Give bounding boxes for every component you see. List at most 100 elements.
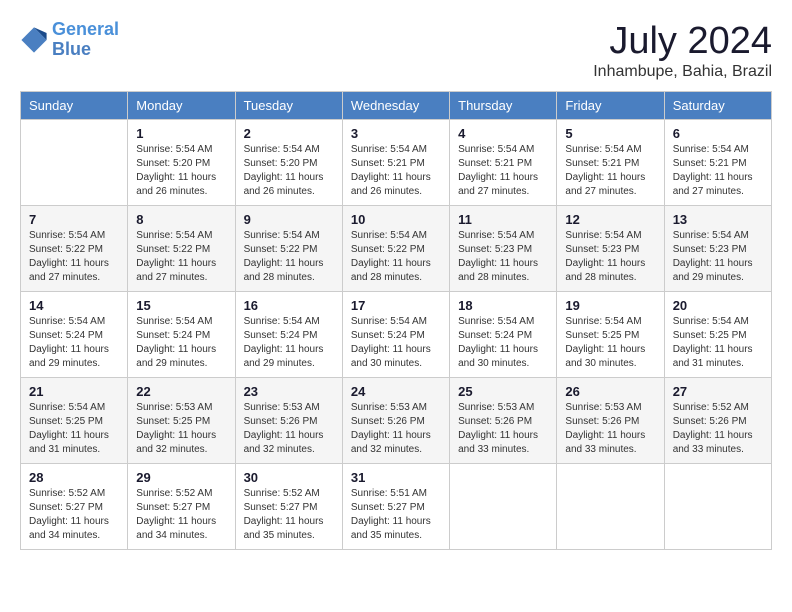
day-number: 11 (458, 212, 548, 227)
day-info: Sunrise: 5:54 AMSunset: 5:20 PMDaylight:… (136, 143, 226, 199)
calendar-cell: 5 Sunrise: 5:54 AMSunset: 5:21 PMDaylight… (557, 120, 664, 206)
calendar-cell: 4Sunrise: 5:54 AMSunset: 5:21 PMDaylight… (450, 120, 557, 206)
logo-text: GeneralBlue (52, 20, 119, 60)
weekday-header: Thursday (450, 92, 557, 120)
day-number: 3 (351, 126, 441, 141)
day-number: 21 (29, 384, 119, 399)
day-number: 29 (136, 470, 226, 485)
day-number: 10 (351, 212, 441, 227)
day-info: Sunrise: 5:52 AMSunset: 5:26 PMDaylight:… (673, 401, 763, 457)
day-info: Sunrise: 5:54 AMSunset: 5:22 PMDaylight:… (351, 229, 441, 285)
day-info: Sunrise: 5:54 AMSunset: 5:22 PMDaylight:… (29, 229, 119, 285)
calendar-cell: 8 Sunrise: 5:54 AMSunset: 5:22 PMDaylight… (128, 206, 235, 292)
day-number: 25 (458, 384, 548, 399)
day-info: Sunrise: 5:53 AMSunset: 5:26 PMDaylight:… (244, 401, 334, 457)
day-info: Sunrise: 5:54 AMSunset: 5:20 PMDaylight:… (244, 143, 334, 199)
day-number: 26 (565, 384, 655, 399)
day-number: 19 (565, 298, 655, 313)
day-number: 24 (351, 384, 441, 399)
day-number: 6 (673, 126, 763, 141)
calendar-cell: 18 Sunrise: 5:54 AMSunset: 5:24 PMDayligh… (450, 292, 557, 378)
calendar-cell (557, 464, 664, 550)
day-number: 28 (29, 470, 119, 485)
weekday-header: Monday (128, 92, 235, 120)
calendar-week-row: 1Sunrise: 5:54 AMSunset: 5:20 PMDaylight… (21, 120, 772, 206)
calendar-cell: 1Sunrise: 5:54 AMSunset: 5:20 PMDaylight… (128, 120, 235, 206)
day-info: Sunrise: 5:54 AMSunset: 5:23 PMDaylight:… (565, 229, 655, 285)
day-number: 5 (565, 126, 655, 141)
month-title: July 2024 (593, 20, 772, 63)
day-info: Sunrise: 5:54 AMSunset: 5:22 PMDaylight:… (244, 229, 334, 285)
day-number: 13 (673, 212, 763, 227)
day-number: 16 (244, 298, 334, 313)
calendar-cell: 6 Sunrise: 5:54 AMSunset: 5:21 PMDaylight… (664, 120, 771, 206)
day-info: Sunrise: 5:54 AMSunset: 5:24 PMDaylight:… (351, 315, 441, 371)
day-info: Sunrise: 5:54 AMSunset: 5:22 PMDaylight:… (136, 229, 226, 285)
calendar-cell: 25 Sunrise: 5:53 AMSunset: 5:26 PMDayligh… (450, 378, 557, 464)
title-section: July 2024 Inhambupe, Bahia, Brazil (593, 20, 772, 81)
day-number: 14 (29, 298, 119, 313)
weekday-header-row: SundayMondayTuesdayWednesdayThursdayFrid… (21, 92, 772, 120)
calendar-cell: 14 Sunrise: 5:54 AMSunset: 5:24 PMDayligh… (21, 292, 128, 378)
calendar-cell (450, 464, 557, 550)
calendar-cell: 24 Sunrise: 5:53 AMSunset: 5:26 PMDayligh… (342, 378, 449, 464)
calendar-cell: 20 Sunrise: 5:54 AMSunset: 5:25 PMDayligh… (664, 292, 771, 378)
day-info: Sunrise: 5:53 AMSunset: 5:26 PMDaylight:… (565, 401, 655, 457)
calendar-cell: 3 Sunrise: 5:54 AMSunset: 5:21 PMDaylight… (342, 120, 449, 206)
calendar-week-row: 7Sunrise: 5:54 AMSunset: 5:22 PMDaylight… (21, 206, 772, 292)
day-info: Sunrise: 5:54 AMSunset: 5:25 PMDaylight:… (565, 315, 655, 371)
calendar-cell: 12 Sunrise: 5:54 AMSunset: 5:23 PMDayligh… (557, 206, 664, 292)
calendar-cell: 17 Sunrise: 5:54 AMSunset: 5:24 PMDayligh… (342, 292, 449, 378)
calendar-week-row: 21Sunrise: 5:54 AMSunset: 5:25 PMDayligh… (21, 378, 772, 464)
day-info: Sunrise: 5:54 AMSunset: 5:24 PMDaylight:… (244, 315, 334, 371)
page-header: GeneralBlue July 2024 Inhambupe, Bahia, … (20, 20, 772, 81)
day-info: Sunrise: 5:52 AMSunset: 5:27 PMDaylight:… (29, 487, 119, 543)
day-number: 17 (351, 298, 441, 313)
day-number: 15 (136, 298, 226, 313)
calendar-cell: 29Sunrise: 5:52 AMSunset: 5:27 PMDayligh… (128, 464, 235, 550)
day-number: 2 (244, 126, 334, 141)
day-info: Sunrise: 5:53 AMSunset: 5:26 PMDaylight:… (458, 401, 548, 457)
calendar-cell: 15 Sunrise: 5:54 AMSunset: 5:24 PMDayligh… (128, 292, 235, 378)
weekday-header: Saturday (664, 92, 771, 120)
calendar-cell (664, 464, 771, 550)
calendar-cell (21, 120, 128, 206)
calendar-cell: 28 Sunrise: 5:52 AMSunset: 5:27 PMDayligh… (21, 464, 128, 550)
day-number: 20 (673, 298, 763, 313)
calendar-cell: 10 Sunrise: 5:54 AMSunset: 5:22 PMDayligh… (342, 206, 449, 292)
day-number: 12 (565, 212, 655, 227)
day-number: 30 (244, 470, 334, 485)
day-number: 8 (136, 212, 226, 227)
calendar-cell: 23 Sunrise: 5:53 AMSunset: 5:26 PMDayligh… (235, 378, 342, 464)
calendar-cell: 9Sunrise: 5:54 AMSunset: 5:22 PMDaylight… (235, 206, 342, 292)
day-number: 23 (244, 384, 334, 399)
calendar-cell: 16 Sunrise: 5:54 AMSunset: 5:24 PMDayligh… (235, 292, 342, 378)
weekday-header: Sunday (21, 92, 128, 120)
calendar-cell: 30 Sunrise: 5:52 AMSunset: 5:27 PMDayligh… (235, 464, 342, 550)
weekday-header: Tuesday (235, 92, 342, 120)
day-info: Sunrise: 5:51 AMSunset: 5:27 PMDaylight:… (351, 487, 441, 543)
location-subtitle: Inhambupe, Bahia, Brazil (593, 63, 772, 81)
calendar-table: SundayMondayTuesdayWednesdayThursdayFrid… (20, 91, 772, 550)
day-info: Sunrise: 5:54 AMSunset: 5:24 PMDaylight:… (136, 315, 226, 371)
day-info: Sunrise: 5:52 AMSunset: 5:27 PMDaylight:… (244, 487, 334, 543)
day-number: 22 (136, 384, 226, 399)
calendar-cell: 31Sunrise: 5:51 AMSunset: 5:27 PMDayligh… (342, 464, 449, 550)
day-info: Sunrise: 5:54 AMSunset: 5:21 PMDaylight:… (673, 143, 763, 199)
day-info: Sunrise: 5:54 AMSunset: 5:21 PMDaylight:… (351, 143, 441, 199)
day-info: Sunrise: 5:53 AMSunset: 5:26 PMDaylight:… (351, 401, 441, 457)
calendar-week-row: 28 Sunrise: 5:52 AMSunset: 5:27 PMDayligh… (21, 464, 772, 550)
calendar-week-row: 14 Sunrise: 5:54 AMSunset: 5:24 PMDayligh… (21, 292, 772, 378)
calendar-cell: 26 Sunrise: 5:53 AMSunset: 5:26 PMDayligh… (557, 378, 664, 464)
day-info: Sunrise: 5:54 AMSunset: 5:21 PMDaylight:… (565, 143, 655, 199)
day-info: Sunrise: 5:54 AMSunset: 5:24 PMDaylight:… (458, 315, 548, 371)
day-info: Sunrise: 5:54 AMSunset: 5:24 PMDaylight:… (29, 315, 119, 371)
calendar-cell: 11 Sunrise: 5:54 AMSunset: 5:23 PMDayligh… (450, 206, 557, 292)
day-info: Sunrise: 5:54 AMSunset: 5:25 PMDaylight:… (673, 315, 763, 371)
calendar-cell: 2 Sunrise: 5:54 AMSunset: 5:20 PMDaylight… (235, 120, 342, 206)
calendar-cell: 27Sunrise: 5:52 AMSunset: 5:26 PMDayligh… (664, 378, 771, 464)
calendar-cell: 19 Sunrise: 5:54 AMSunset: 5:25 PMDayligh… (557, 292, 664, 378)
day-number: 18 (458, 298, 548, 313)
day-info: Sunrise: 5:54 AMSunset: 5:23 PMDaylight:… (458, 229, 548, 285)
day-info: Sunrise: 5:54 AMSunset: 5:21 PMDaylight:… (458, 143, 548, 199)
